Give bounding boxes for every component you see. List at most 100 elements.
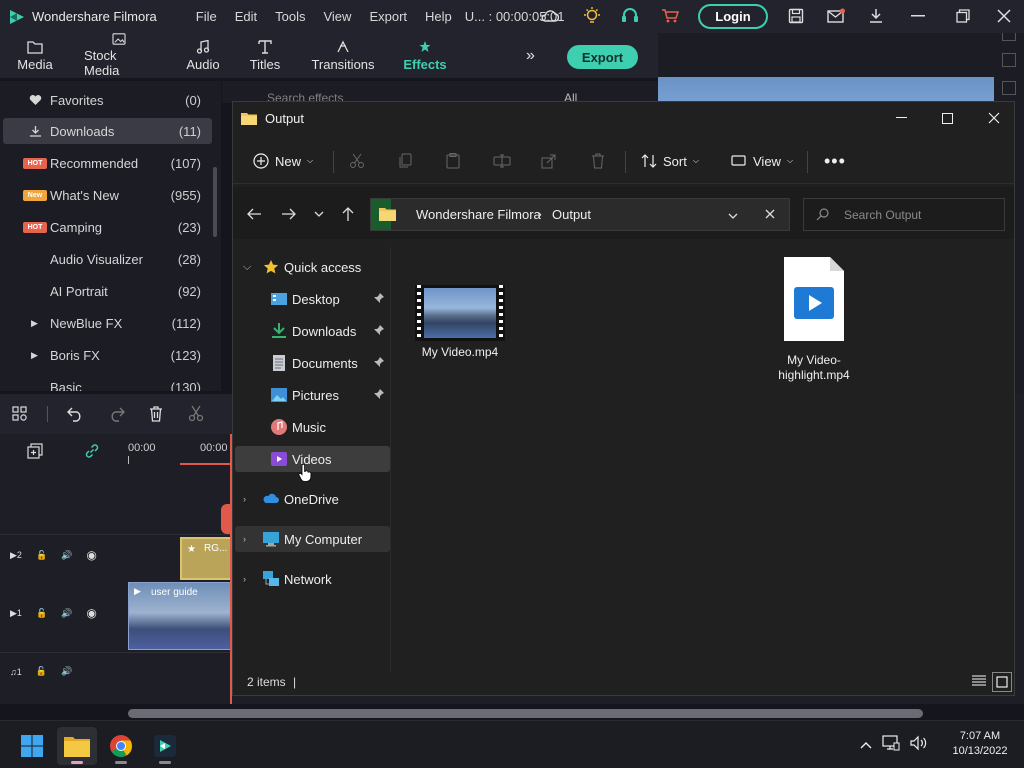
view-button[interactable]: View ⌵ xyxy=(731,148,793,174)
up-arrow-icon[interactable] xyxy=(338,204,358,224)
minimize-icon[interactable] xyxy=(908,6,928,26)
close-icon[interactable] xyxy=(971,102,1016,134)
tree-item-desktop[interactable]: Desktop xyxy=(233,286,388,312)
category-basic[interactable]: Basic (130) xyxy=(3,374,212,392)
back-arrow-icon[interactable] xyxy=(244,204,264,224)
chevron-right-icon[interactable]: › xyxy=(243,494,246,504)
category-camping[interactable]: HOT Camping (23) xyxy=(3,214,212,240)
expand-arrow-icon[interactable]: ▶ xyxy=(31,318,38,329)
pin-icon[interactable] xyxy=(373,388,385,400)
chevron-right-icon[interactable]: › xyxy=(243,534,246,544)
clear-address-icon[interactable] xyxy=(765,207,775,222)
tab-effects[interactable]: Effects xyxy=(400,33,450,78)
panel-icon[interactable] xyxy=(1002,53,1016,67)
chevron-down-icon[interactable]: ⌵ xyxy=(243,261,251,274)
display-icon[interactable] xyxy=(882,734,900,756)
category-recommended[interactable]: HOT Recommended (107) xyxy=(3,150,212,176)
system-clock[interactable]: 7:07 AM 10/13/2022 xyxy=(940,729,1020,759)
pin-icon[interactable] xyxy=(373,324,385,336)
tree-item-downloads[interactable]: Downloads xyxy=(233,318,388,344)
lock-icon[interactable]: 🔓 xyxy=(36,608,47,619)
details-view-icon[interactable] xyxy=(971,673,987,689)
delete-button[interactable] xyxy=(590,148,606,174)
file-item-my-video-highlight[interactable]: My Video-highlight.mp4 xyxy=(766,257,862,383)
category-newblue-fx[interactable]: ▶ NewBlue FX (112) xyxy=(3,310,212,336)
panel-icon[interactable] xyxy=(1002,81,1016,95)
category-boris-fx[interactable]: ▶ Boris FX (123) xyxy=(3,342,212,368)
title-clip[interactable]: ★ RG... xyxy=(180,537,232,580)
layout-icon[interactable] xyxy=(12,406,28,422)
tab-media[interactable]: Media xyxy=(14,33,56,78)
category-ai-portrait[interactable]: AI Portrait (92) xyxy=(3,278,212,304)
mail-icon[interactable] xyxy=(826,6,846,26)
tab-audio[interactable]: Audio xyxy=(182,33,224,78)
category-whats-new[interactable]: New What's New (955) xyxy=(3,182,212,208)
share-button[interactable] xyxy=(541,148,557,174)
category-scrollbar[interactable] xyxy=(213,167,217,237)
pin-icon[interactable] xyxy=(373,292,385,304)
chevron-right-icon[interactable]: › xyxy=(243,574,246,584)
breadcrumb-item[interactable]: Output xyxy=(552,207,591,222)
tree-item-documents[interactable]: Documents xyxy=(233,350,388,376)
tree-item-quick-access[interactable]: ⌵ Quick access xyxy=(233,254,388,280)
download-icon[interactable] xyxy=(866,6,886,26)
cloud-icon[interactable] xyxy=(540,6,560,26)
maximize-icon[interactable] xyxy=(925,102,970,134)
forward-arrow-icon[interactable] xyxy=(279,204,299,224)
speaker-icon[interactable]: 🔊 xyxy=(61,550,72,561)
login-button[interactable]: Login xyxy=(698,4,768,29)
timeline-scrollbar[interactable] xyxy=(128,709,923,718)
link-icon[interactable] xyxy=(84,443,100,459)
menu-export[interactable]: Export xyxy=(360,9,416,24)
chevron-up-icon[interactable] xyxy=(860,736,872,754)
timeline-ruler[interactable]: 00:00 00:00 xyxy=(0,434,240,469)
export-button[interactable]: Export xyxy=(567,45,638,69)
volume-icon[interactable] xyxy=(910,735,928,756)
add-track-icon[interactable] xyxy=(27,443,43,459)
redo-icon[interactable] xyxy=(108,406,125,422)
bulb-icon[interactable] xyxy=(582,6,602,26)
tree-item-onedrive[interactable]: › OneDrive xyxy=(233,486,388,512)
start-button[interactable] xyxy=(12,727,52,765)
tab-transitions[interactable]: Transitions xyxy=(310,33,376,78)
recent-locations-icon[interactable] xyxy=(309,204,329,224)
menu-view[interactable]: View xyxy=(314,9,360,24)
tree-item-music[interactable]: Music xyxy=(233,414,388,440)
cart-icon[interactable] xyxy=(660,6,680,26)
menu-file[interactable]: File xyxy=(187,9,226,24)
tab-titles[interactable]: Titles xyxy=(244,33,286,78)
minimize-icon[interactable] xyxy=(879,102,924,134)
paste-button[interactable] xyxy=(445,148,461,174)
file-item-my-video[interactable]: My Video.mp4 xyxy=(412,285,508,360)
copy-button[interactable] xyxy=(398,148,414,174)
rename-button[interactable] xyxy=(493,148,511,174)
restore-icon[interactable] xyxy=(953,6,973,26)
expand-arrow-icon[interactable]: ▶ xyxy=(31,350,38,361)
address-bar[interactable]: Wondershare Filmora › Output xyxy=(370,198,790,231)
breadcrumb-item[interactable]: Wondershare Filmora xyxy=(416,207,541,222)
speaker-icon[interactable]: 🔊 xyxy=(61,608,72,619)
taskbar-file-explorer[interactable] xyxy=(57,727,97,765)
tree-item-videos[interactable]: Videos xyxy=(235,446,390,482)
lock-icon[interactable]: 🔓 xyxy=(36,550,47,561)
pin-icon[interactable] xyxy=(373,356,385,368)
tree-item-my-computer[interactable]: › My Computer xyxy=(235,526,390,552)
tree-item-pictures[interactable]: Pictures xyxy=(233,382,388,408)
taskbar-chrome[interactable] xyxy=(101,727,141,765)
more-tabs-icon[interactable]: » xyxy=(526,47,535,65)
menu-help[interactable]: Help xyxy=(416,9,461,24)
large-icons-view-icon[interactable] xyxy=(992,672,1012,692)
category-downloads[interactable]: Downloads (11) xyxy=(3,118,212,144)
speaker-icon[interactable]: 🔊 xyxy=(61,666,72,677)
new-button[interactable]: New ⌵ xyxy=(253,148,313,174)
save-icon[interactable] xyxy=(786,6,806,26)
scissors-icon[interactable] xyxy=(188,405,204,422)
address-dropdown-icon[interactable] xyxy=(728,207,738,222)
search-input[interactable]: Search Output xyxy=(844,208,921,222)
delete-icon[interactable] xyxy=(148,405,164,422)
lock-icon[interactable]: 🔓 xyxy=(36,666,47,677)
support-headset-icon[interactable] xyxy=(620,6,640,26)
search-box[interactable]: Search Output xyxy=(803,198,1005,231)
menu-tools[interactable]: Tools xyxy=(266,9,314,24)
close-icon[interactable] xyxy=(994,6,1014,26)
